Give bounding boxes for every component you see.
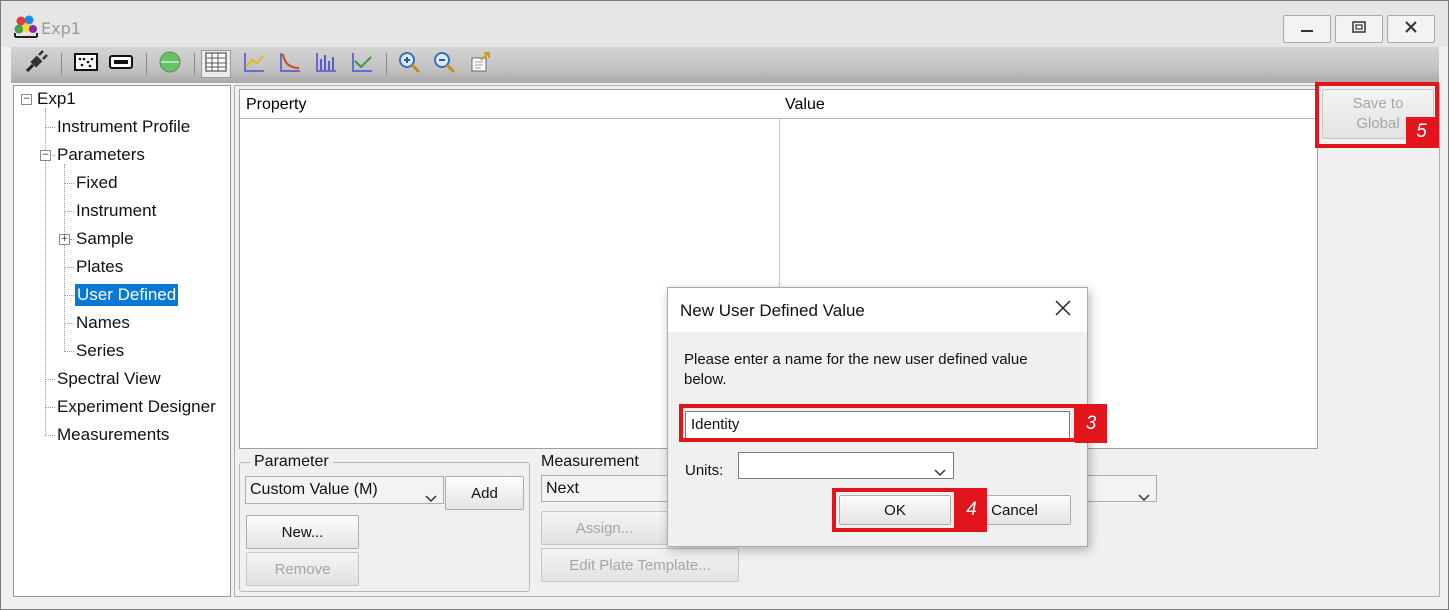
units-label: Units: — [685, 462, 724, 479]
window-title: Exp1 — [41, 19, 81, 38]
tree-item-instrument[interactable]: Instrument — [76, 200, 156, 222]
edit-plate-template-button[interactable]: Edit Plate Template... — [541, 548, 739, 582]
close-icon — [1403, 19, 1419, 39]
tree-connector — [64, 295, 74, 296]
bar-chart-icon — [314, 51, 338, 77]
tree-item-parameters[interactable]: Parameters — [57, 144, 145, 166]
maximize-button[interactable] — [1335, 15, 1383, 43]
scatter-chart-button[interactable] — [347, 50, 377, 78]
parameter-group-label: Parameter — [250, 453, 333, 471]
new-button[interactable]: New... — [246, 515, 359, 549]
tree-item-fixed[interactable]: Fixed — [76, 172, 118, 194]
dialog-message: Please enter a name for the new user def… — [684, 351, 1028, 388]
tree-connector — [64, 183, 74, 184]
chevron-down-icon — [934, 462, 946, 481]
tree-connector — [45, 379, 55, 380]
parameter-combo[interactable]: Custom Value (M) — [245, 476, 444, 504]
measurement-group-label: Measurement — [537, 453, 643, 471]
scatter-chart-icon — [350, 51, 374, 77]
chevron-down-icon — [1138, 485, 1150, 511]
tree-connector — [45, 407, 55, 408]
toolbar-separator — [194, 53, 195, 75]
expand-icon[interactable]: + — [59, 234, 70, 245]
dialog-title: New User Defined Value — [680, 301, 865, 320]
tree-item-names[interactable]: Names — [76, 312, 130, 334]
close-icon — [1054, 299, 1072, 321]
column-header-property[interactable]: Property — [240, 90, 780, 119]
toolbar — [11, 47, 1439, 83]
line-chart-icon — [242, 51, 266, 77]
table-view-icon — [204, 51, 228, 77]
assign-button[interactable]: Assign... — [541, 511, 668, 545]
tree-item-instrument-profile[interactable]: Instrument Profile — [57, 116, 190, 138]
tree-connector — [64, 351, 74, 352]
plate-layout-button[interactable] — [71, 50, 101, 78]
units-combo[interactable] — [738, 452, 954, 479]
tree-item-series[interactable]: Series — [76, 340, 124, 362]
tree-connector — [64, 211, 74, 212]
tree-item-user-defined[interactable]: User Defined — [75, 284, 179, 306]
plate-strip-button[interactable] — [106, 50, 136, 78]
title-bar: Exp1 — [1, 1, 1448, 47]
tree-connector — [45, 435, 55, 436]
tree-connector — [64, 323, 74, 324]
tree-item-spectral-view[interactable]: Spectral View — [57, 368, 161, 390]
zoom-out-icon — [432, 50, 456, 78]
parameter-combo-value: Custom Value (M) — [250, 481, 378, 498]
toolbar-separator — [61, 53, 62, 75]
annotation-tag-5: 5 — [1406, 117, 1437, 146]
zoom-out-button[interactable] — [429, 50, 459, 78]
dialog-close-button[interactable] — [1046, 296, 1080, 324]
line-chart-button[interactable] — [239, 50, 269, 78]
plate-dots-icon — [73, 51, 99, 77]
zoom-in-icon — [397, 50, 421, 78]
tree-item-measurements[interactable]: Measurements — [57, 424, 169, 446]
bar-chart-button[interactable] — [311, 50, 341, 78]
table-view-button[interactable] — [201, 50, 231, 78]
tree-root-exp1[interactable]: Exp1 — [37, 88, 76, 110]
toolbar-separator — [146, 53, 147, 75]
minimize-button[interactable] — [1283, 15, 1331, 43]
measurement-combo-value: Next — [546, 480, 579, 497]
collapse-icon[interactable]: − — [21, 94, 32, 105]
navigation-tree: − Exp1 Instrument Profile − Parameters F… — [13, 85, 231, 597]
main-window: Exp1 − Exp1 Instrument Profile − Paramet… — [0, 0, 1449, 610]
green-circle-icon — [158, 50, 182, 78]
annotation-tag-3: 3 — [1075, 404, 1107, 443]
tree-connector — [70, 239, 74, 240]
tree-item-experiment-designer[interactable]: Experiment Designer — [57, 396, 216, 418]
plate-strip-icon — [108, 51, 134, 77]
remove-button[interactable]: Remove — [246, 552, 359, 586]
annotation-box-4 — [832, 488, 958, 532]
export-button[interactable] — [466, 50, 496, 78]
curve-chart-icon — [278, 51, 302, 77]
export-icon — [469, 50, 493, 78]
run-button[interactable] — [155, 50, 185, 78]
add-button[interactable]: Add — [445, 476, 524, 510]
annotation-tag-4: 4 — [956, 488, 987, 532]
chevron-down-icon — [425, 486, 437, 512]
zoom-in-button[interactable] — [394, 50, 424, 78]
connect-button[interactable] — [21, 50, 51, 78]
tree-connector — [45, 127, 55, 128]
tree-item-plates[interactable]: Plates — [76, 256, 123, 278]
dialog-title-bar: New User Defined Value — [668, 288, 1087, 332]
curve-chart-button[interactable] — [275, 50, 305, 78]
close-window-button[interactable] — [1387, 15, 1435, 43]
column-header-value[interactable]: Value — [779, 90, 1317, 119]
minimize-icon — [1299, 20, 1315, 39]
toolbar-separator — [386, 53, 387, 75]
tree-item-sample[interactable]: Sample — [76, 228, 134, 250]
maximize-icon — [1350, 19, 1368, 39]
tree-connector — [64, 267, 74, 268]
app-logo-icon — [13, 15, 39, 39]
plug-icon — [23, 49, 49, 79]
annotation-box-3 — [679, 404, 1078, 442]
collapse-icon[interactable]: − — [40, 150, 51, 161]
